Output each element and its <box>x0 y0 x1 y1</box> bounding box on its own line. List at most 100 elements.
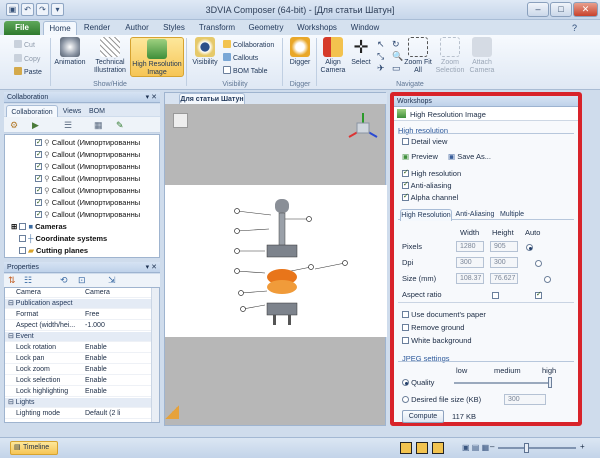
dpi-height-input[interactable]: 300 <box>490 257 518 268</box>
sort-icon[interactable]: ⇅ <box>8 275 16 286</box>
high-resolution-option[interactable]: High resolution <box>402 168 461 178</box>
tab-styles[interactable]: Styles <box>157 21 191 35</box>
list-icon[interactable]: ☰ <box>64 120 72 131</box>
align-camera-button[interactable]: Align Camera <box>318 37 348 75</box>
preview-button[interactable]: ▣ Preview <box>402 152 438 161</box>
property-value[interactable]: Free <box>85 310 99 320</box>
tools-icon[interactable]: ✎ <box>116 120 124 131</box>
checkbox[interactable] <box>19 247 26 254</box>
tree-callout[interactable]: ⚲ Callout (Импортированны <box>35 161 140 172</box>
paste-button[interactable]: Paste <box>14 67 42 76</box>
visibility-button[interactable]: Visibility <box>190 37 220 67</box>
technical-illustration-button[interactable]: Technical Illustration <box>90 37 130 75</box>
checkbox[interactable] <box>35 197 42 208</box>
zoom-selection-button[interactable]: Zoom Selection <box>433 37 467 75</box>
property-value[interactable]: Default (2 li <box>85 409 120 419</box>
refresh-icon[interactable]: ⟲ <box>60 275 68 286</box>
tree-callout[interactable]: ⚲ Callout (Импортированны <box>35 209 140 220</box>
zoom-in-icon[interactable]: + <box>580 442 585 451</box>
zoom-fit-all-button[interactable]: Zoom Fit All <box>404 37 432 75</box>
cut-button[interactable]: Cut <box>14 40 35 49</box>
zoom-slider-thumb[interactable] <box>524 443 529 453</box>
high-resolution-image-button[interactable]: High Resolution Image <box>130 37 184 77</box>
tree-callout[interactable]: ⚲ Callout (Импортированны <box>35 173 140 184</box>
size-height-input[interactable]: 76.627 <box>490 273 518 284</box>
radio[interactable] <box>402 379 409 386</box>
tree-callout[interactable]: ⚲ Callout (Импортированны <box>35 149 140 160</box>
category-icon[interactable]: ☷ <box>24 275 32 286</box>
checkbox[interactable] <box>35 137 42 148</box>
property-value[interactable]: Enable <box>85 354 107 364</box>
property-row[interactable]: Lock selection Enable <box>5 376 155 386</box>
property-section[interactable]: ⊟ Publication aspect <box>5 299 155 309</box>
expand-icon[interactable]: ⊞ <box>11 222 17 231</box>
tab-geometry[interactable]: Geometry <box>247 21 285 35</box>
conrod-model[interactable] <box>225 193 355 343</box>
grid-icon[interactable]: ▦ <box>94 120 103 131</box>
filter-icon[interactable]: ⚙ <box>10 120 18 131</box>
help-icon[interactable]: ? <box>572 23 577 33</box>
pixels-height-input[interactable]: 905 <box>490 241 518 252</box>
checkbox[interactable] <box>35 209 42 220</box>
checkbox[interactable] <box>402 337 409 344</box>
checkbox[interactable] <box>35 161 42 172</box>
aspect-height-checkbox[interactable] <box>534 290 542 299</box>
animation-button[interactable]: Animation <box>52 37 88 67</box>
property-row[interactable]: Lighting mode Default (2 li <box>5 409 155 419</box>
checkbox[interactable] <box>19 235 26 242</box>
property-row[interactable]: Format Free <box>5 310 155 320</box>
detail-view-option[interactable]: Detail view <box>402 137 447 146</box>
tree-cameras[interactable]: ⊞ ■ Cameras <box>11 221 67 232</box>
checkbox[interactable] <box>35 173 42 184</box>
auto-radio[interactable] <box>535 260 543 267</box>
pixels-width-input[interactable]: 1280 <box>456 241 484 252</box>
checkbox[interactable] <box>402 311 409 318</box>
copy-button[interactable]: Copy <box>14 54 40 63</box>
property-section[interactable]: ⊟ Lights <box>5 398 155 408</box>
checkbox[interactable] <box>19 223 27 230</box>
view-mode-icons[interactable]: ▣ ▤ ▦ <box>462 443 489 452</box>
properties-scrollbar[interactable] <box>151 288 159 422</box>
export-icon[interactable]: ⇲ <box>108 275 116 286</box>
dpi-width-input[interactable]: 300 <box>456 257 484 268</box>
property-row[interactable]: Lock rotation Enable <box>5 343 155 353</box>
quality-option[interactable]: Quality <box>402 378 434 387</box>
zoom-out-icon[interactable]: – <box>490 442 494 451</box>
property-row[interactable]: Lock pan Enable <box>5 354 155 364</box>
tree-callout[interactable]: ⚲ Callout (Импортированны <box>35 197 140 208</box>
zoom-slider[interactable] <box>498 447 576 449</box>
digger-button[interactable]: Digger <box>286 37 314 67</box>
tab-window[interactable]: Window <box>348 21 382 35</box>
tab-high-resolution[interactable]: High Resolution <box>400 209 452 221</box>
property-value[interactable]: Enable <box>85 387 107 397</box>
desired-file-size-option[interactable]: Desired file size (KB) <box>402 395 481 404</box>
tab-transform[interactable]: Transform <box>196 21 238 35</box>
timeline-tab[interactable]: ▤ Timeline <box>10 441 58 455</box>
property-value[interactable]: Camera <box>85 288 110 298</box>
property-row[interactable]: Camera Camera <box>5 288 155 298</box>
tab-file[interactable]: File <box>4 21 40 35</box>
attach-camera-button[interactable]: Attach Camera <box>468 37 496 75</box>
radio[interactable] <box>402 396 409 403</box>
close-button[interactable]: ✕ <box>573 2 598 17</box>
tab-home[interactable]: Home <box>43 21 77 35</box>
minimize-button[interactable]: – <box>527 2 549 17</box>
navigate-tools-icon-2[interactable]: ↻ 🔍 ▭ <box>392 38 403 74</box>
checkbox[interactable] <box>402 180 409 189</box>
viewport[interactable]: Для статьи Шатун <box>164 92 387 426</box>
play-icon[interactable]: ▶ <box>32 120 39 131</box>
checkbox[interactable] <box>35 185 42 196</box>
panel-pin-icon[interactable]: ▾ ✕ <box>146 262 157 273</box>
navigate-tools-icon[interactable]: ↖ ⤡ ✈ <box>377 38 385 74</box>
remove-ground-option[interactable]: Remove ground <box>402 323 464 332</box>
checkbox[interactable] <box>402 192 409 201</box>
size-width-input[interactable]: 108.37 <box>456 273 484 284</box>
use-documents-paper-option[interactable]: Use document's paper <box>402 310 486 319</box>
property-value[interactable]: Enable <box>85 343 107 353</box>
tab-render[interactable]: Render <box>80 21 114 35</box>
orientation-cube-icon[interactable] <box>343 107 383 143</box>
quality-slider-thumb[interactable] <box>548 377 552 388</box>
auto-radio[interactable] <box>526 244 533 251</box>
anti-aliasing-option[interactable]: Anti-aliasing <box>402 180 452 190</box>
status-toggle-icon[interactable] <box>400 442 412 454</box>
